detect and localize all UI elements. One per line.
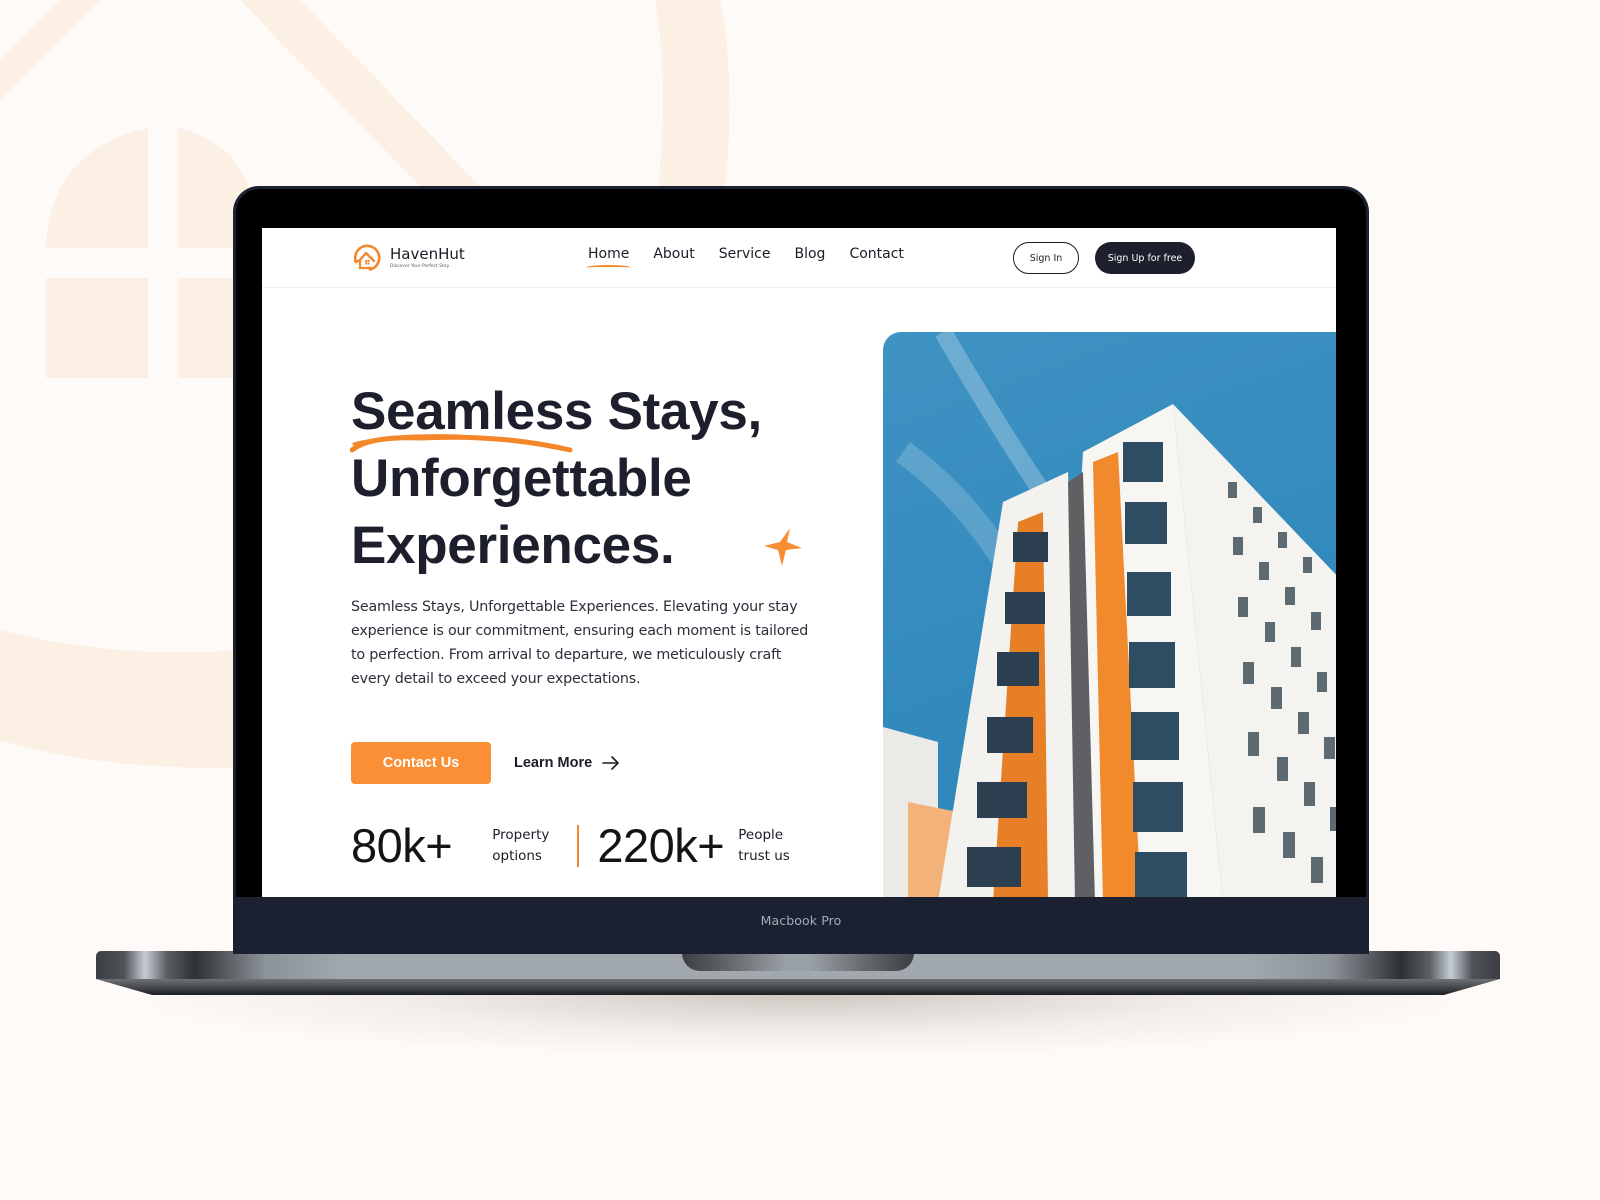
website-screen: HavenHut Discover Your Perfect Stay Home… xyxy=(262,228,1336,898)
stat-label-line: options xyxy=(492,847,542,864)
contact-us-button[interactable]: Contact Us xyxy=(351,742,491,784)
nav-link-blog[interactable]: Blog xyxy=(795,246,826,262)
nav-actions: Sign In Sign Up for free xyxy=(1013,242,1195,274)
brand-tagline: Discover Your Perfect Stay xyxy=(390,263,450,269)
stat-label-line: trust us xyxy=(738,847,790,864)
laptop-hinge-notch xyxy=(682,951,914,971)
device-label: Macbook Pro xyxy=(760,912,842,928)
stat-label-line: Property xyxy=(492,826,550,843)
laptop-base xyxy=(96,951,1500,979)
hero-title: Seamless Stays, Unforgettable Experience… xyxy=(351,378,762,579)
stat-label-properties: Property options xyxy=(492,825,549,867)
nav-link-contact[interactable]: Contact xyxy=(849,246,903,262)
stat-value-properties: 80k+ xyxy=(351,819,453,872)
stats-row: 80k+ Property options 220k+ People trust… xyxy=(351,818,790,873)
laptop-shadow xyxy=(150,995,1450,1055)
nav-link-service[interactable]: Service xyxy=(719,246,771,262)
laptop-base-bottom xyxy=(96,979,1500,995)
brand-name: HavenHut xyxy=(390,244,465,263)
laptop-bezel: HavenHut Discover Your Perfect Stay Home… xyxy=(236,189,1366,951)
hero-building-image xyxy=(883,332,1336,898)
hero-title-line-3: Experiences. xyxy=(351,516,675,575)
stat-label-line: People xyxy=(738,826,784,843)
house-circle-icon xyxy=(353,244,381,271)
stat-divider xyxy=(577,824,580,867)
sign-in-button[interactable]: Sign In xyxy=(1013,242,1079,274)
brand-logo[interactable]: HavenHut Discover Your Perfect Stay xyxy=(350,242,465,274)
arrow-right-icon xyxy=(602,756,619,770)
nav-link-home[interactable]: Home xyxy=(585,246,632,267)
underline-scribble-icon xyxy=(350,434,573,453)
laptop-lid: HavenHut Discover Your Perfect Stay Home… xyxy=(233,186,1369,954)
learn-more-link[interactable]: Learn More xyxy=(514,752,620,774)
stat-value-people: 220k+ xyxy=(597,819,725,872)
nav-links: Home About Service Blog Contact xyxy=(585,246,904,267)
hero-description: Seamless Stays, Unforgettable Experience… xyxy=(351,599,809,687)
laptop-chin: Macbook Pro xyxy=(236,897,1366,951)
sparkle-star-icon xyxy=(764,528,802,566)
learn-more-label: Learn More xyxy=(514,755,593,771)
sign-up-button[interactable]: Sign Up for free xyxy=(1095,242,1195,274)
nav-link-about[interactable]: About xyxy=(653,246,694,262)
stat-label-people: People trust us xyxy=(738,825,790,867)
top-navbar: HavenHut Discover Your Perfect Stay Home… xyxy=(262,228,1336,288)
